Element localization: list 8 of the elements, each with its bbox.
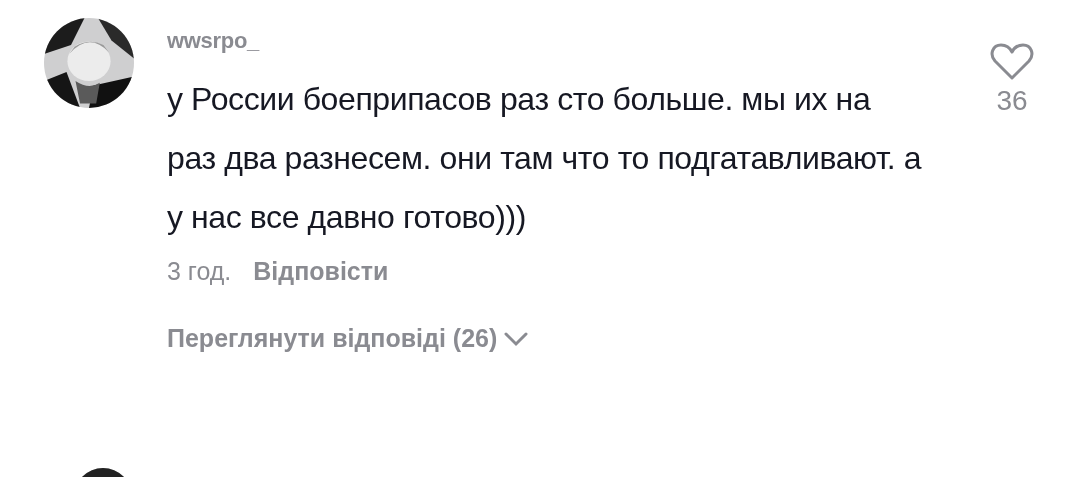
reply-link[interactable]: Відповісти bbox=[253, 257, 389, 286]
comment-time: 3 год. bbox=[167, 257, 232, 286]
comment-text: у России боеприпасов раз сто больше. мы их на раз два разнесем. они там что то подгатавливают. а у нас все давно готово))) bbox=[167, 80, 923, 237]
heart-icon[interactable] bbox=[990, 43, 1034, 81]
username: wwsrpo_ bbox=[167, 28, 261, 54]
like-count: 36 bbox=[996, 85, 1028, 117]
chevron-down-icon bbox=[503, 330, 530, 347]
view-replies-link[interactable]: Переглянути відповіді (26) bbox=[167, 324, 957, 353]
